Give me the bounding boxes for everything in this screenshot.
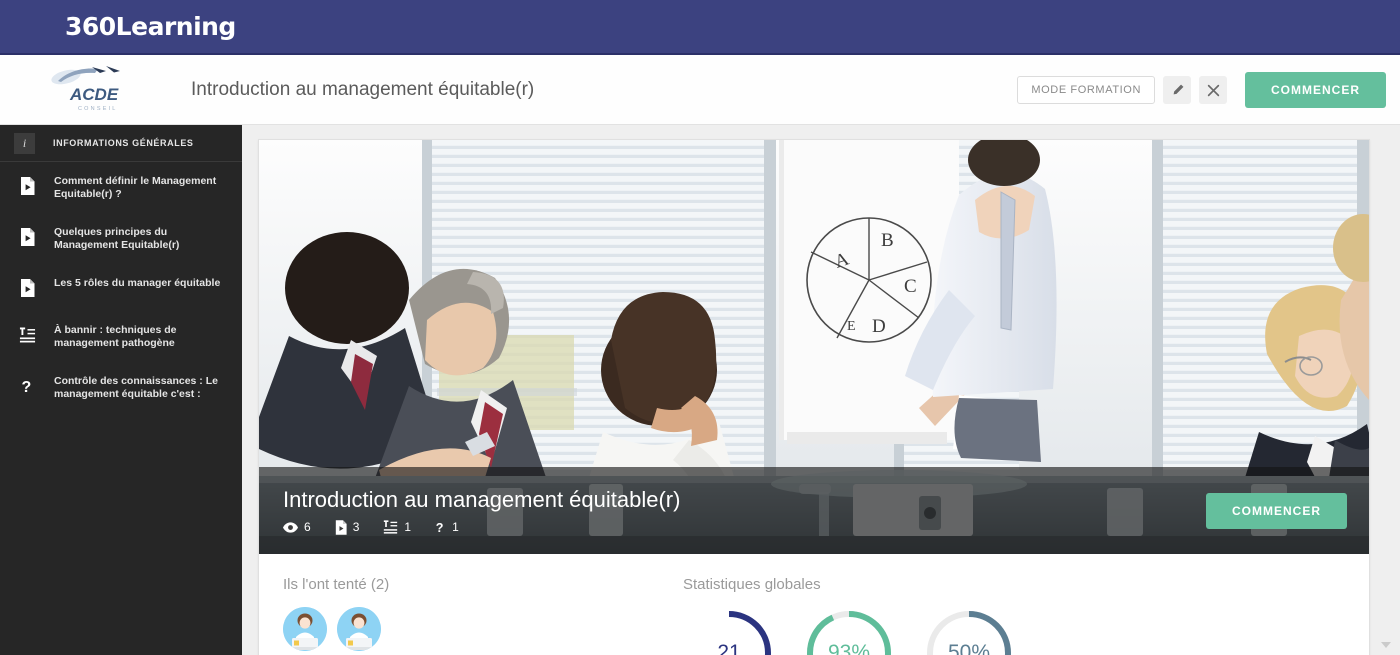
pencil-icon: [1173, 84, 1183, 94]
sidebar-item-label: Les 5 rôles du manager équitable: [54, 277, 221, 289]
close-button[interactable]: [1199, 76, 1227, 104]
sidebar-item-2[interactable]: Les 5 rôles du manager équitable: [0, 264, 242, 311]
info-icon: i: [14, 132, 35, 154]
views-value: 6: [304, 520, 311, 534]
text-document-icon: [18, 325, 36, 345]
sidebar-item-label: Comment définir le Management Equitable(…: [54, 175, 217, 200]
hero-stats: 6 3 1 ? 1: [283, 519, 1196, 535]
success-gauge-value: 50%: [947, 641, 991, 655]
completion-gauge-value: 93%: [827, 641, 871, 655]
question-icon: ?: [436, 521, 444, 535]
learners-gauge-value: 21: [717, 641, 741, 655]
close-icon: [1207, 84, 1219, 96]
svg-text:?: ?: [22, 379, 32, 395]
hero-texts: Introduction au management équitable(r) …: [283, 487, 1196, 535]
header-actions: MODE FORMATION COMMENCER: [1017, 55, 1386, 125]
videos-stat: 3: [335, 519, 360, 535]
global-stats-title: Statistiques globales: [683, 576, 821, 593]
training-mode-button[interactable]: MODE FORMATION: [1017, 76, 1155, 104]
attempts-section: Ils l'ont tenté (2): [283, 576, 683, 655]
sidebar: i INFORMATIONS GÉNÉRALES Comment définir…: [0, 125, 242, 655]
attempts-avatars: [283, 607, 683, 651]
page-title: Introduction au management équitable(r): [191, 78, 535, 100]
attempts-title: Ils l'ont tenté (2): [283, 576, 390, 593]
course-header: ACDE CONSEIL Introduction au management …: [0, 55, 1400, 125]
avatar-illustration: [337, 607, 381, 651]
svg-text:B: B: [881, 230, 894, 251]
hero-title: Introduction au management équitable(r): [283, 486, 681, 512]
views-stat: 6: [283, 520, 311, 534]
avatar-illustration: [283, 607, 327, 651]
questions-stat: ? 1: [435, 520, 459, 535]
sidebar-item-label: Quelques principes du Management Equitab…: [54, 226, 180, 251]
course-card: A B C D E Introduction au management équ…: [258, 139, 1370, 655]
brand-bar: 360Learning: [0, 0, 1400, 55]
sidebar-section-label: INFORMATIONS GÉNÉRALES: [53, 138, 194, 148]
sidebar-item-0[interactable]: Comment définir le Management Equitable(…: [0, 162, 242, 213]
eye-icon: [283, 521, 298, 533]
videos-value: 3: [352, 520, 360, 534]
sidebar-item-1[interactable]: Quelques principes du Management Equitab…: [0, 213, 242, 264]
course-hero: A B C D E Introduction au management équ…: [259, 140, 1369, 554]
start-course-button-hero[interactable]: COMMENCER: [1206, 492, 1347, 529]
svg-text:?: ?: [436, 521, 444, 535]
hero-overlay: Introduction au management équitable(r) …: [259, 467, 1369, 554]
success-gauge: 50%: [923, 607, 1015, 655]
question-icon: ?: [18, 376, 36, 396]
svg-text:D: D: [872, 316, 886, 337]
video-document-icon: [18, 278, 36, 298]
acde-logo[interactable]: ACDE CONSEIL: [48, 64, 136, 116]
acde-logo-subtext: CONSEIL: [78, 106, 118, 112]
edit-button[interactable]: [1163, 76, 1191, 104]
learner-avatar-1[interactable]: [283, 607, 327, 651]
learners-gauge: 21: [683, 607, 775, 655]
sidebar-item-3[interactable]: À bannir : techniques de management path…: [0, 311, 242, 362]
sidebar-item-label: Contrôle des connaissances : Le manageme…: [54, 375, 218, 400]
learner-avatar-2[interactable]: [337, 607, 381, 651]
acde-logo-mark: ACDE CONSEIL: [51, 65, 120, 112]
svg-text:C: C: [904, 276, 917, 297]
completion-gauge: 93%: [803, 607, 895, 655]
sidebar-section-general-info[interactable]: i INFORMATIONS GÉNÉRALES: [0, 129, 242, 157]
video-document-icon: [18, 227, 36, 247]
brand-logo[interactable]: 360Learning: [65, 12, 236, 41]
acde-logo-text: ACDE: [69, 85, 119, 104]
texts-stat: 1: [383, 520, 411, 534]
video-document-icon: [335, 519, 347, 535]
video-document-icon: [18, 176, 36, 196]
questions-value: 1: [452, 520, 459, 534]
global-stats-section: Statistiques globales 21 93% 50%: [683, 576, 1015, 655]
start-course-button-header[interactable]: COMMENCER: [1245, 72, 1386, 108]
sidebar-item-4[interactable]: ? Contrôle des connaissances : Le manage…: [0, 362, 242, 413]
scroll-down-arrow[interactable]: [1380, 640, 1392, 650]
texts-value: 1: [404, 520, 412, 534]
svg-text:E: E: [847, 319, 856, 334]
gauges: 21 93% 50%: [683, 607, 1015, 655]
text-document-icon: [384, 520, 398, 534]
sidebar-item-label: À bannir : techniques de management path…: [54, 324, 177, 349]
course-stats-panel: Ils l'ont tenté (2) Statistiques globale…: [259, 554, 1369, 655]
body: i INFORMATIONS GÉNÉRALES Comment définir…: [0, 125, 1400, 655]
main-content: A B C D E Introduction au management équ…: [242, 125, 1400, 655]
